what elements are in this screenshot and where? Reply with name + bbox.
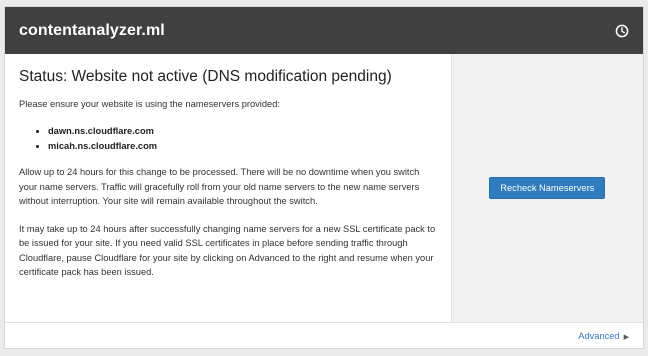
domain-title: contentanalyzer.ml — [19, 21, 165, 39]
status-content: Status: Website not active (DNS modifica… — [5, 54, 451, 322]
advanced-link[interactable]: Advanced ▶ — [578, 331, 629, 341]
nameserver-status-card: contentanalyzer.ml Status: Website not a… — [4, 6, 644, 349]
advanced-label: Advanced — [578, 330, 620, 341]
caret-right-icon: ▶ — [623, 333, 629, 341]
clock-icon[interactable] — [615, 24, 629, 38]
card-body: Status: Website not active (DNS modifica… — [5, 54, 643, 322]
status-title: Status: Website not active (DNS modifica… — [19, 68, 392, 85]
intro-text: Please ensure your website is using the … — [19, 99, 280, 109]
recheck-nameservers-button[interactable]: Recheck Nameservers — [489, 177, 606, 199]
card-footer: Advanced ▶ — [5, 322, 643, 348]
ssl-text: It may take up to 24 hours after success… — [19, 224, 436, 278]
action-panel: Recheck Nameservers — [450, 54, 643, 322]
nameserver-list: dawn.ns.cloudflare.com micah.ns.cloudfla… — [19, 124, 437, 153]
nameserver-item: dawn.ns.cloudflare.com — [48, 124, 437, 139]
nameserver-item: micah.ns.cloudflare.com — [48, 139, 437, 154]
propagation-text: Allow up to 24 hours for this change to … — [19, 167, 420, 206]
card-header: contentanalyzer.ml — [5, 7, 643, 54]
